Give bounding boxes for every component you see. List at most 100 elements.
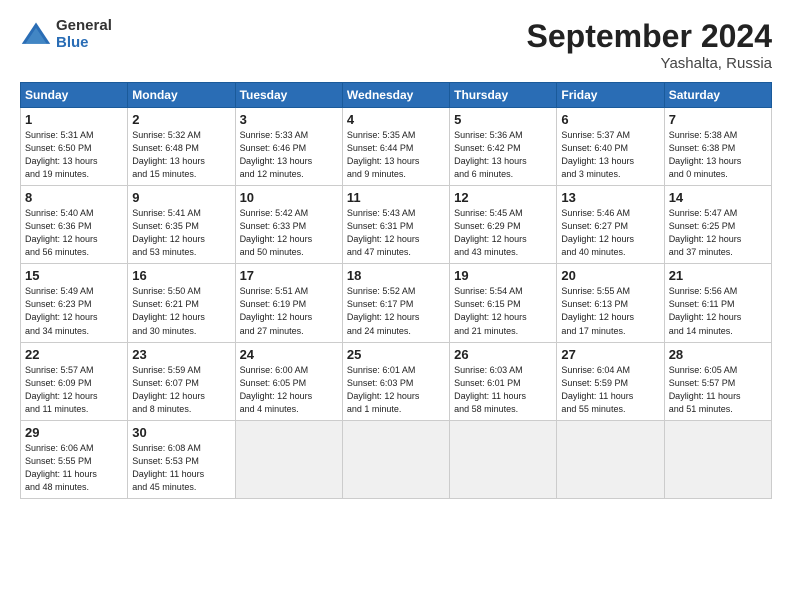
day-info: Sunrise: 5:50 AM Sunset: 6:21 PM Dayligh… <box>132 285 230 337</box>
day-number: 24 <box>240 347 338 362</box>
day-info: Sunrise: 5:35 AM Sunset: 6:44 PM Dayligh… <box>347 129 445 181</box>
day-info: Sunrise: 6:03 AM Sunset: 6:01 PM Dayligh… <box>454 364 552 416</box>
day-info: Sunrise: 5:57 AM Sunset: 6:09 PM Dayligh… <box>25 364 123 416</box>
calendar-cell: 15 Sunrise: 5:49 AM Sunset: 6:23 PM Dayli… <box>21 264 128 342</box>
calendar-cell <box>664 420 771 498</box>
header-day-sunday: Sunday <box>21 83 128 108</box>
calendar-cell: 18 Sunrise: 5:52 AM Sunset: 6:17 PM Dayli… <box>342 264 449 342</box>
calendar-cell: 11 Sunrise: 5:43 AM Sunset: 6:31 PM Dayli… <box>342 186 449 264</box>
calendar-cell: 20 Sunrise: 5:55 AM Sunset: 6:13 PM Dayli… <box>557 264 664 342</box>
day-number: 16 <box>132 268 230 283</box>
calendar-cell: 30 Sunrise: 6:08 AM Sunset: 5:53 PM Dayli… <box>128 420 235 498</box>
day-info: Sunrise: 6:05 AM Sunset: 5:57 PM Dayligh… <box>669 364 767 416</box>
week-row-2: 8 Sunrise: 5:40 AM Sunset: 6:36 PM Daylig… <box>21 186 772 264</box>
calendar-cell: 19Sunrise: 5:54 AM Sunset: 6:15 PM Dayli… <box>450 264 557 342</box>
day-number: 17 <box>240 268 338 283</box>
day-number: 11 <box>347 190 445 205</box>
day-info: Sunrise: 5:37 AM Sunset: 6:40 PM Dayligh… <box>561 129 659 181</box>
calendar-cell: 21Sunrise: 5:56 AM Sunset: 6:11 PM Dayli… <box>664 264 771 342</box>
calendar-cell: 23Sunrise: 5:59 AM Sunset: 6:07 PM Dayli… <box>128 342 235 420</box>
calendar-cell: 10 Sunrise: 5:42 AM Sunset: 6:33 PM Dayli… <box>235 186 342 264</box>
calendar-cell: 29 Sunrise: 6:06 AM Sunset: 5:55 PM Dayli… <box>21 420 128 498</box>
calendar-cell: 9 Sunrise: 5:41 AM Sunset: 6:35 PM Daylig… <box>128 186 235 264</box>
calendar-cell: 6Sunrise: 5:37 AM Sunset: 6:40 PM Daylig… <box>557 108 664 186</box>
calendar-header: SundayMondayTuesdayWednesdayThursdayFrid… <box>21 83 772 108</box>
day-number: 30 <box>132 425 230 440</box>
header-day-monday: Monday <box>128 83 235 108</box>
day-number: 3 <box>240 112 338 127</box>
day-number: 1 <box>25 112 123 127</box>
calendar-body: 1 Sunrise: 5:31 AM Sunset: 6:50 PM Daylig… <box>21 108 772 499</box>
day-number: 20 <box>561 268 659 283</box>
day-info: Sunrise: 5:49 AM Sunset: 6:23 PM Dayligh… <box>25 285 123 337</box>
header-day-thursday: Thursday <box>450 83 557 108</box>
day-number: 9 <box>132 190 230 205</box>
calendar-cell: 5Sunrise: 5:36 AM Sunset: 6:42 PM Daylig… <box>450 108 557 186</box>
day-number: 12 <box>454 190 552 205</box>
day-number: 15 <box>25 268 123 283</box>
day-number: 22 <box>25 347 123 362</box>
header: General Blue September 2024 Yashalta, Ru… <box>20 18 772 72</box>
day-number: 19 <box>454 268 552 283</box>
day-number: 27 <box>561 347 659 362</box>
week-row-3: 15 Sunrise: 5:49 AM Sunset: 6:23 PM Dayli… <box>21 264 772 342</box>
day-info: Sunrise: 5:31 AM Sunset: 6:50 PM Dayligh… <box>25 129 123 181</box>
week-row-1: 1 Sunrise: 5:31 AM Sunset: 6:50 PM Daylig… <box>21 108 772 186</box>
calendar-cell <box>342 420 449 498</box>
day-number: 13 <box>561 190 659 205</box>
calendar-cell: 28 Sunrise: 6:05 AM Sunset: 5:57 PM Dayli… <box>664 342 771 420</box>
calendar-cell: 13 Sunrise: 5:46 AM Sunset: 6:27 PM Dayli… <box>557 186 664 264</box>
calendar-cell: 25 Sunrise: 6:01 AM Sunset: 6:03 PM Dayli… <box>342 342 449 420</box>
day-info: Sunrise: 5:46 AM Sunset: 6:27 PM Dayligh… <box>561 207 659 259</box>
day-number: 28 <box>669 347 767 362</box>
calendar-cell: 1 Sunrise: 5:31 AM Sunset: 6:50 PM Daylig… <box>21 108 128 186</box>
header-day-wednesday: Wednesday <box>342 83 449 108</box>
calendar-table: SundayMondayTuesdayWednesdayThursdayFrid… <box>20 82 772 499</box>
logo-text: General Blue <box>56 18 112 51</box>
day-info: Sunrise: 6:00 AM Sunset: 6:05 PM Dayligh… <box>240 364 338 416</box>
day-number: 4 <box>347 112 445 127</box>
logo-general: General <box>56 18 112 35</box>
day-info: Sunrise: 5:42 AM Sunset: 6:33 PM Dayligh… <box>240 207 338 259</box>
header-row: SundayMondayTuesdayWednesdayThursdayFrid… <box>21 83 772 108</box>
calendar-cell <box>235 420 342 498</box>
day-info: Sunrise: 5:32 AM Sunset: 6:48 PM Dayligh… <box>132 129 230 181</box>
logo-blue: Blue <box>56 35 112 52</box>
day-info: Sunrise: 6:08 AM Sunset: 5:53 PM Dayligh… <box>132 442 230 494</box>
calendar-cell: 24 Sunrise: 6:00 AM Sunset: 6:05 PM Dayli… <box>235 342 342 420</box>
calendar-cell: 14Sunrise: 5:47 AM Sunset: 6:25 PM Dayli… <box>664 186 771 264</box>
day-info: Sunrise: 5:45 AM Sunset: 6:29 PM Dayligh… <box>454 207 552 259</box>
subtitle: Yashalta, Russia <box>527 55 772 72</box>
page: General Blue September 2024 Yashalta, Ru… <box>0 0 792 612</box>
day-number: 25 <box>347 347 445 362</box>
day-info: Sunrise: 6:06 AM Sunset: 5:55 PM Dayligh… <box>25 442 123 494</box>
day-info: Sunrise: 5:52 AM Sunset: 6:17 PM Dayligh… <box>347 285 445 337</box>
header-day-saturday: Saturday <box>664 83 771 108</box>
calendar-cell: 22 Sunrise: 5:57 AM Sunset: 6:09 PM Dayli… <box>21 342 128 420</box>
day-info: Sunrise: 5:43 AM Sunset: 6:31 PM Dayligh… <box>347 207 445 259</box>
day-number: 18 <box>347 268 445 283</box>
header-day-tuesday: Tuesday <box>235 83 342 108</box>
day-info: Sunrise: 5:55 AM Sunset: 6:13 PM Dayligh… <box>561 285 659 337</box>
day-info: Sunrise: 5:38 AM Sunset: 6:38 PM Dayligh… <box>669 129 767 181</box>
day-number: 8 <box>25 190 123 205</box>
logo: General Blue <box>20 18 112 51</box>
calendar-cell: 16 Sunrise: 5:50 AM Sunset: 6:21 PM Dayli… <box>128 264 235 342</box>
calendar-cell: 7 Sunrise: 5:38 AM Sunset: 6:38 PM Daylig… <box>664 108 771 186</box>
calendar-cell: 3Sunrise: 5:33 AM Sunset: 6:46 PM Daylig… <box>235 108 342 186</box>
day-number: 29 <box>25 425 123 440</box>
day-number: 10 <box>240 190 338 205</box>
day-info: Sunrise: 6:04 AM Sunset: 5:59 PM Dayligh… <box>561 364 659 416</box>
calendar-cell <box>557 420 664 498</box>
calendar-cell: 12 Sunrise: 5:45 AM Sunset: 6:29 PM Dayli… <box>450 186 557 264</box>
day-number: 7 <box>669 112 767 127</box>
title-block: September 2024 Yashalta, Russia <box>527 18 772 72</box>
calendar-cell: 8 Sunrise: 5:40 AM Sunset: 6:36 PM Daylig… <box>21 186 128 264</box>
day-number: 26 <box>454 347 552 362</box>
calendar-cell: 4 Sunrise: 5:35 AM Sunset: 6:44 PM Daylig… <box>342 108 449 186</box>
day-number: 21 <box>669 268 767 283</box>
day-info: Sunrise: 5:36 AM Sunset: 6:42 PM Dayligh… <box>454 129 552 181</box>
day-info: Sunrise: 5:40 AM Sunset: 6:36 PM Dayligh… <box>25 207 123 259</box>
day-info: Sunrise: 6:01 AM Sunset: 6:03 PM Dayligh… <box>347 364 445 416</box>
day-info: Sunrise: 5:41 AM Sunset: 6:35 PM Dayligh… <box>132 207 230 259</box>
